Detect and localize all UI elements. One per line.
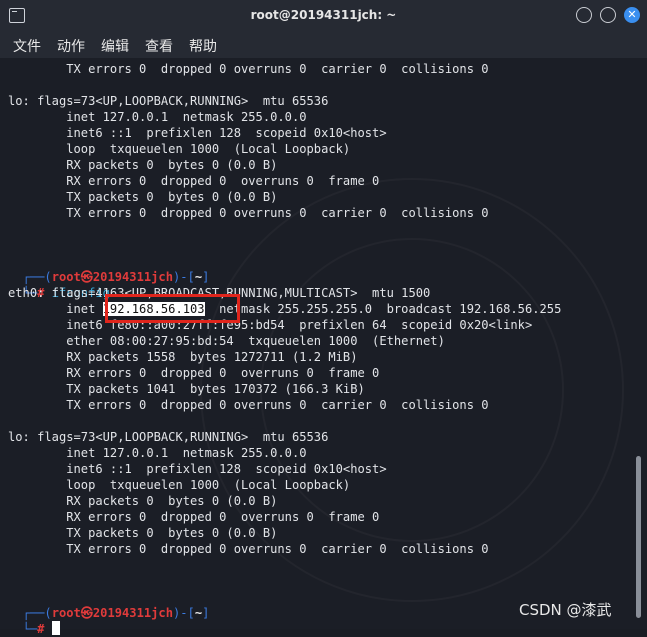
output-line: RX errors 0 dropped 0 overruns 0 frame 0	[8, 510, 380, 524]
window-title: root@20194311jch: ~	[250, 8, 397, 22]
output-line: lo: flags=73<UP,LOOPBACK,RUNNING> mtu 65…	[8, 430, 329, 444]
output-line: inet6 ::1 prefixlen 128 scopeid 0x10<hos…	[8, 126, 387, 140]
input-line[interactable]: └─#	[8, 605, 60, 636]
prompt-corner: └─	[22, 622, 38, 636]
prompt-close: )-[	[173, 606, 195, 620]
prompt-close: )-[	[173, 270, 195, 284]
output-line: inet 127.0.0.1 netmask 255.0.0.0	[8, 110, 307, 124]
ip-highlight-box	[105, 294, 240, 323]
prompt-end: ]	[202, 606, 210, 620]
output-line: TX errors 0 dropped 0 overruns 0 carrier…	[8, 398, 489, 412]
close-button[interactable]: ✕	[624, 7, 640, 23]
output-line: TX packets 0 bytes 0 (0.0 B)	[8, 526, 278, 540]
output-line: loop txqueuelen 1000 (Local Loopback)	[8, 478, 351, 492]
menu-help[interactable]: 帮助	[189, 36, 217, 56]
output-line: RX errors 0 dropped 0 overruns 0 frame 0	[8, 174, 380, 188]
menu-file[interactable]: 文件	[13, 36, 41, 56]
maximize-button[interactable]	[600, 7, 616, 23]
output-line: ether 08:00:27:95:bd:54 txqueuelen 1000 …	[8, 334, 445, 348]
command-line: └─# ifconfig	[8, 269, 110, 300]
scrollbar-thumb[interactable]	[636, 456, 641, 618]
menu-actions[interactable]: 动作	[57, 36, 85, 56]
output-line: TX errors 0 dropped 0 overruns 0 carrier…	[8, 542, 489, 556]
menu-edit[interactable]: 编辑	[101, 36, 129, 56]
output-line: RX packets 1558 bytes 1272711 (1.2 MiB)	[8, 350, 358, 364]
output-line: TX packets 1041 bytes 170372 (166.3 KiB)	[8, 382, 365, 396]
text-cursor	[51, 621, 60, 635]
watermark: CSDN @漆武	[519, 601, 612, 619]
menu-view[interactable]: 查看	[145, 36, 173, 56]
inet-line: inet 192.168.56.103 netmask 255.255.255.…	[8, 301, 561, 317]
output-line: loop txqueuelen 1000 (Local Loopback)	[8, 142, 351, 156]
minimize-button[interactable]	[576, 7, 592, 23]
inet-suffix: netmask 255.255.255.0 broadcast 192.168.…	[204, 302, 562, 316]
output-line: inet 127.0.0.1 netmask 255.0.0.0	[8, 446, 307, 460]
prompt-end: ]	[202, 270, 210, 284]
prompt-line: ┌──(root㉿20194311jch)-[~]	[8, 253, 210, 284]
output-line: RX packets 0 bytes 0 (0.0 B)	[8, 494, 278, 508]
output-line: TX errors 0 dropped 0 overruns 0 carrier…	[8, 206, 489, 220]
output-line: TX errors 0 dropped 0 overruns 0 carrier…	[8, 62, 489, 76]
output-line: inet6 fe80::a00:27ff:fe95:bd54 prefixlen…	[8, 318, 533, 332]
inet-prefix: inet	[8, 302, 103, 316]
prompt-line: ┌──(root㉿20194311jch)-[~]	[8, 589, 210, 620]
output-line: RX errors 0 dropped 0 overruns 0 frame 0	[8, 366, 380, 380]
prompt-user-host: root㉿20194311jch	[51, 606, 173, 620]
menu-bar: 文件 动作 编辑 查看 帮助	[0, 32, 647, 58]
title-bar: root@20194311jch: ~ ✕	[0, 0, 647, 32]
output-line: lo: flags=73<UP,LOOPBACK,RUNNING> mtu 65…	[8, 94, 329, 108]
output-line: RX packets 0 bytes 0 (0.0 B)	[8, 158, 278, 172]
output-line: TX packets 0 bytes 0 (0.0 B)	[8, 190, 278, 204]
output-line: inet6 ::1 prefixlen 128 scopeid 0x10<hos…	[8, 462, 387, 476]
